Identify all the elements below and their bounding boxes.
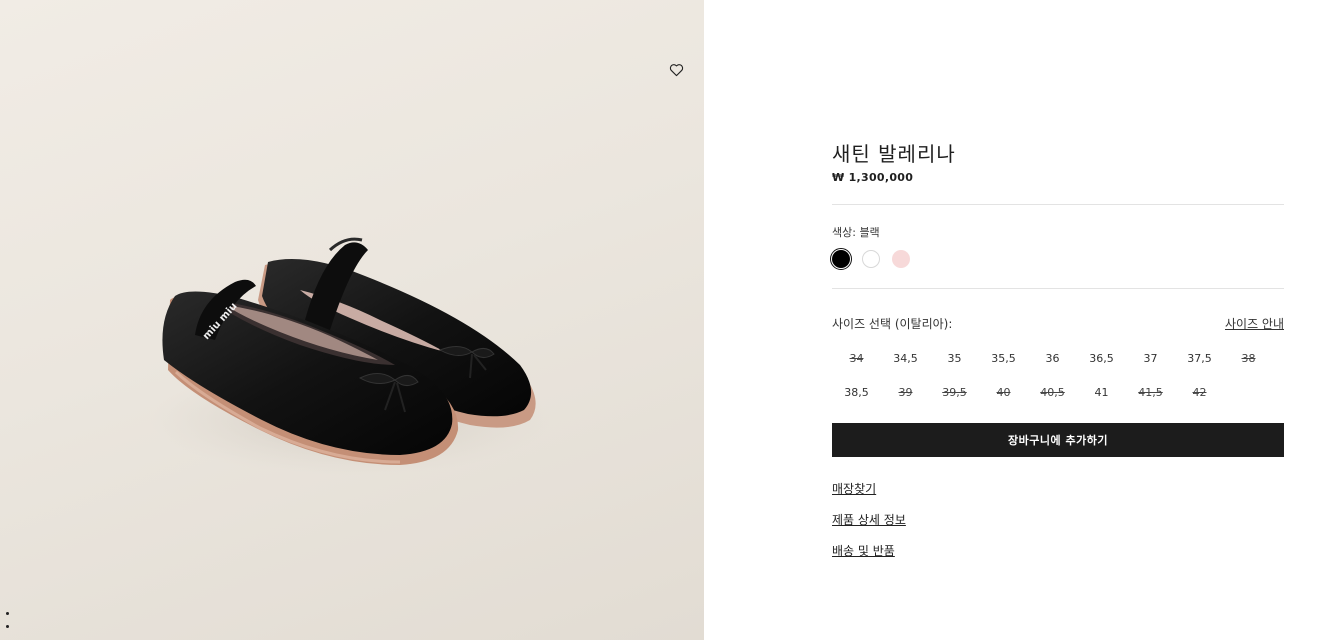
product-details-link[interactable]: 제품 상세 정보 <box>832 511 906 528</box>
size-option[interactable]: 42 <box>1175 382 1224 404</box>
add-to-cart-button[interactable]: 장바구니에 추가하기 <box>832 423 1284 457</box>
size-option[interactable]: 40 <box>979 382 1028 404</box>
size-select-label: 사이즈 선택 (이탈리아): <box>832 317 953 331</box>
size-grid: 34 34,5 35 35,5 36 36,5 37 37,5 38 38,5 39 39,5 40 40… <box>832 348 1272 404</box>
size-option[interactable]: 37,5 <box>1175 348 1224 370</box>
shoe-illustration: miu miu <box>150 237 550 475</box>
product-title: 새틴 발레리나 <box>832 142 956 166</box>
divider <box>832 204 1284 205</box>
swatch-pink[interactable] <box>892 250 910 268</box>
size-guide-link[interactable]: 사이즈 안내 <box>1225 315 1284 332</box>
size-option[interactable]: 39,5 <box>930 382 979 404</box>
product-image: miu miu <box>0 0 704 640</box>
size-option[interactable]: 38 <box>1224 348 1273 370</box>
carousel-dot[interactable] <box>6 625 9 628</box>
swatch-black[interactable] <box>830 248 852 270</box>
size-option[interactable]: 34 <box>832 348 881 370</box>
size-option[interactable]: 36 <box>1028 348 1077 370</box>
size-option[interactable]: 39 <box>881 382 930 404</box>
color-label: 색상: 블랙 <box>832 226 880 239</box>
size-option[interactable]: 38,5 <box>832 382 881 404</box>
size-option[interactable]: 41,5 <box>1126 382 1175 404</box>
heart-icon <box>669 64 683 77</box>
divider <box>832 288 1284 289</box>
carousel-dot[interactable] <box>6 612 9 615</box>
store-locator-link[interactable]: 매장찾기 <box>832 480 876 497</box>
size-option[interactable]: 34,5 <box>881 348 930 370</box>
size-option[interactable]: 36,5 <box>1077 348 1126 370</box>
size-option[interactable]: 37 <box>1126 348 1175 370</box>
carousel-dots <box>6 612 9 638</box>
size-option[interactable]: 40,5 <box>1028 382 1077 404</box>
product-price: ₩ 1,300,000 <box>832 171 914 184</box>
shipping-returns-link[interactable]: 배송 및 반품 <box>832 542 895 559</box>
wishlist-button[interactable] <box>666 60 686 80</box>
size-option[interactable]: 35 <box>930 348 979 370</box>
size-option[interactable]: 35,5 <box>979 348 1028 370</box>
swatch-white[interactable] <box>862 250 880 268</box>
color-swatches <box>830 248 910 270</box>
size-option[interactable]: 41 <box>1077 382 1126 404</box>
